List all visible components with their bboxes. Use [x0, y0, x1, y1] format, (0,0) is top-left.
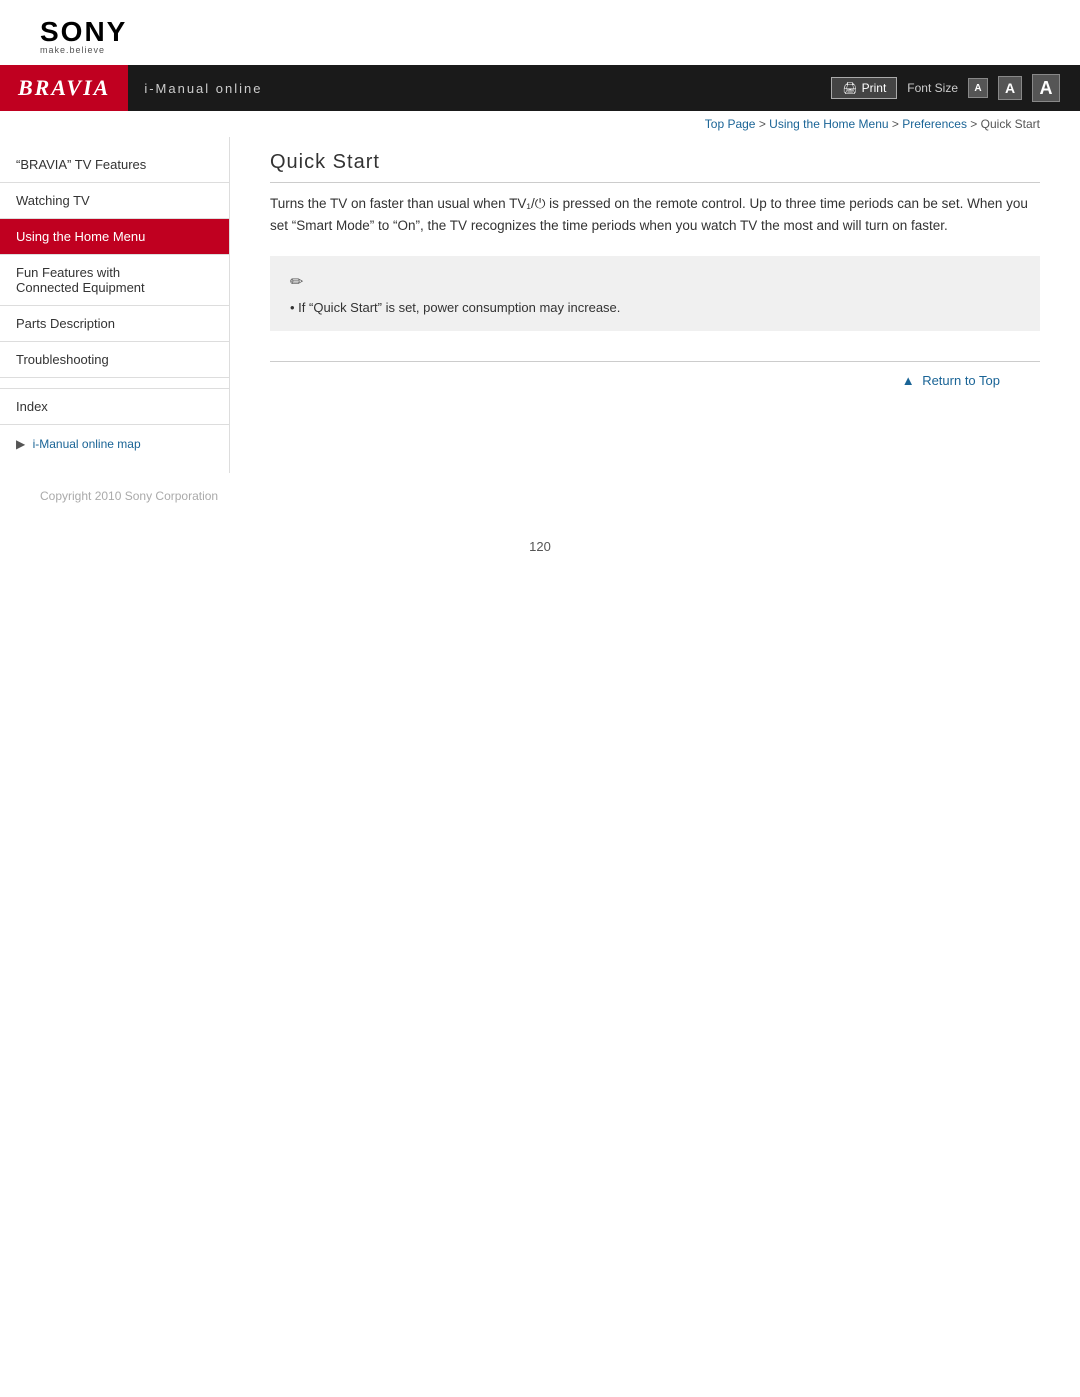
- content-area: Quick Start Turns the TV on faster than …: [230, 137, 1080, 473]
- breadcrumb-preferences[interactable]: Preferences: [902, 117, 967, 131]
- imanual-map-link[interactable]: i-Manual online map: [33, 437, 141, 451]
- print-label: Print: [862, 81, 887, 95]
- sidebar-item-home-menu[interactable]: Using the Home Menu: [0, 219, 229, 255]
- breadcrumb-home-menu[interactable]: Using the Home Menu: [769, 117, 888, 131]
- breadcrumb-sep3: >: [970, 117, 980, 131]
- font-medium-button[interactable]: A: [998, 76, 1022, 100]
- breadcrumb-sep1: >: [759, 117, 769, 131]
- page-number: 120: [0, 519, 1080, 574]
- sidebar-item-parts-description[interactable]: Parts Description: [0, 306, 229, 342]
- breadcrumb-sep2: >: [892, 117, 902, 131]
- sidebar-item-bravia-features[interactable]: “BRAVIA” TV Features: [0, 147, 229, 183]
- sony-text: SONY: [40, 18, 1040, 46]
- return-top-link[interactable]: ▲ Return to Top: [902, 373, 1000, 388]
- font-size-label: Font Size: [907, 81, 958, 95]
- page-title: Quick Start: [270, 151, 1040, 183]
- note-item: If “Quick Start” is set, power consumpti…: [290, 300, 1020, 315]
- note-icon: ✏: [290, 272, 1020, 292]
- sony-logo: SONY make.believe: [40, 18, 1040, 55]
- return-top-label: Return to Top: [922, 373, 1000, 388]
- sidebar-map: ▶ i-Manual online map: [0, 425, 229, 463]
- print-button[interactable]: 🖨 Print: [831, 77, 897, 99]
- manual-title: i-Manual online: [144, 81, 262, 96]
- sidebar-item-index[interactable]: Index: [0, 388, 229, 425]
- font-small-button[interactable]: A: [968, 78, 988, 98]
- sidebar: “BRAVIA” TV Features Watching TV Using t…: [0, 137, 230, 473]
- font-large-button[interactable]: A: [1032, 74, 1060, 102]
- sidebar-item-troubleshooting[interactable]: Troubleshooting: [0, 342, 229, 378]
- sidebar-item-watching-tv[interactable]: Watching TV: [0, 183, 229, 219]
- return-top-bar: ▲ Return to Top: [270, 361, 1040, 398]
- main-layout: “BRAVIA” TV Features Watching TV Using t…: [0, 137, 1080, 473]
- breadcrumb-top-page[interactable]: Top Page: [705, 117, 756, 131]
- top-banner: BRAVIA i-Manual online 🖨 Print Font Size…: [0, 65, 1080, 111]
- copyright: Copyright 2010 Sony Corporation: [40, 489, 218, 503]
- logo-area: SONY make.believe: [0, 0, 1080, 65]
- banner-right: 🖨 Print Font Size A A A: [831, 74, 1060, 102]
- content-body: Turns the TV on faster than usual when T…: [270, 193, 1040, 236]
- footer: Copyright 2010 Sony Corporation: [0, 473, 1080, 519]
- banner-left: BRAVIA i-Manual online: [0, 65, 262, 111]
- return-top-arrow: ▲: [902, 373, 915, 388]
- note-list: If “Quick Start” is set, power consumpti…: [290, 300, 1020, 315]
- tagline: make.believe: [40, 46, 1040, 55]
- map-arrow-icon: ▶: [16, 437, 29, 451]
- breadcrumb-current: Quick Start: [981, 117, 1040, 131]
- note-box: ✏ If “Quick Start” is set, power consump…: [270, 256, 1040, 331]
- breadcrumb: Top Page > Using the Home Menu > Prefere…: [0, 111, 1080, 137]
- sidebar-item-fun-features[interactable]: Fun Features withConnected Equipment: [0, 255, 229, 306]
- bravia-logo: BRAVIA: [0, 65, 128, 111]
- print-icon: 🖨: [842, 81, 857, 95]
